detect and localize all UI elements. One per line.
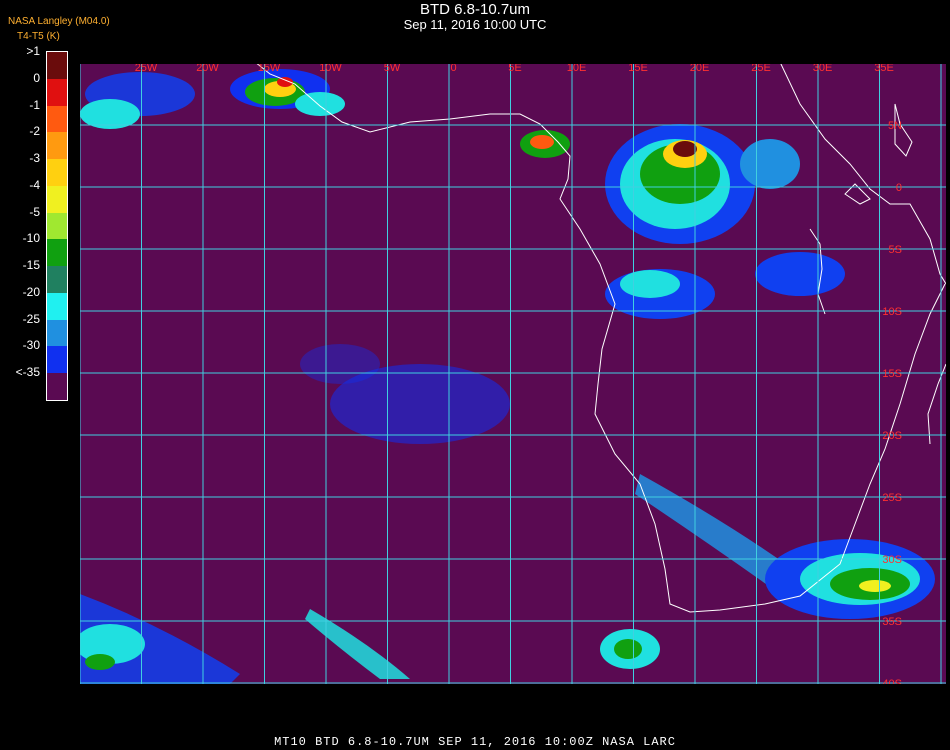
lon-label: 30E <box>813 64 833 74</box>
lon-label: 0 <box>450 64 456 74</box>
lon-label: 35E <box>874 64 894 74</box>
lat-label: 20S <box>882 430 902 442</box>
legend-label: -20 <box>22 284 40 299</box>
legend-color-swatch <box>47 373 67 400</box>
lon-label: 20W <box>196 64 219 74</box>
lon-label: 15E <box>628 64 648 74</box>
legend-color-swatch <box>47 319 67 347</box>
legend-color-swatch <box>47 346 67 374</box>
lat-label: 15S <box>882 368 902 380</box>
lon-label: 5E <box>508 64 521 74</box>
satellite-map: 25W 20W 15W 10W 5W 0 5E 10E 15E 20E 25E 30E 35E 5N 0 5S… <box>80 64 946 684</box>
legend-label: >1 <box>26 44 40 58</box>
lat-label: 25S <box>882 492 902 504</box>
legend-color-swatch <box>47 132 67 160</box>
lat-label: 0 <box>896 182 902 194</box>
source-label: NASA Langley (M04.0) <box>8 16 110 27</box>
legend-label: -30 <box>22 338 40 353</box>
lon-label: 15W <box>258 64 281 74</box>
lat-label: 40S <box>882 678 902 684</box>
legend-color-swatch <box>47 52 67 79</box>
legend-color-swatch <box>47 266 67 293</box>
lat-label: 10S <box>882 306 902 318</box>
legend-units: T4-T5 (K) <box>17 31 60 42</box>
legend-color-swatch <box>47 212 67 240</box>
legend-label: -4 <box>29 177 40 192</box>
legend-label: -25 <box>22 311 40 326</box>
legend-label: <-35 <box>15 365 40 380</box>
lat-label: 30S <box>882 554 902 566</box>
lon-label: 10E <box>567 64 587 74</box>
lat-label: 5N <box>888 120 902 132</box>
lon-label: 5W <box>384 64 401 74</box>
legend-label: 0 <box>33 70 40 85</box>
map-title: BTD 6.8-10.7um <box>419 1 531 18</box>
lon-label: 25E <box>751 64 771 74</box>
lon-label: 25W <box>135 64 158 74</box>
legend-color-swatch <box>47 159 67 186</box>
lat-label: 5S <box>889 244 902 256</box>
color-legend <box>46 51 68 401</box>
lon-label: 10W <box>319 64 342 74</box>
legend-label: -1 <box>29 97 40 112</box>
lon-label: 20E <box>690 64 710 74</box>
legend-color-swatch <box>47 239 67 267</box>
legend-color-swatch <box>47 105 67 133</box>
legend-label: -5 <box>29 204 40 219</box>
footer-caption: MT10 BTD 6.8-10.7UM SEP 11, 2016 10:00Z … <box>274 735 676 749</box>
lat-label: 35S <box>882 616 902 628</box>
legend-color-swatch <box>47 292 67 320</box>
legend-color-swatch <box>47 78 67 106</box>
legend-label: -3 <box>29 151 40 166</box>
legend-color-swatch <box>47 185 67 213</box>
legend-label: -15 <box>22 258 40 273</box>
legend-label: -2 <box>29 124 40 139</box>
legend-label: -10 <box>22 231 40 246</box>
map-timestamp: Sep 11, 2016 10:00 UTC <box>403 17 547 32</box>
